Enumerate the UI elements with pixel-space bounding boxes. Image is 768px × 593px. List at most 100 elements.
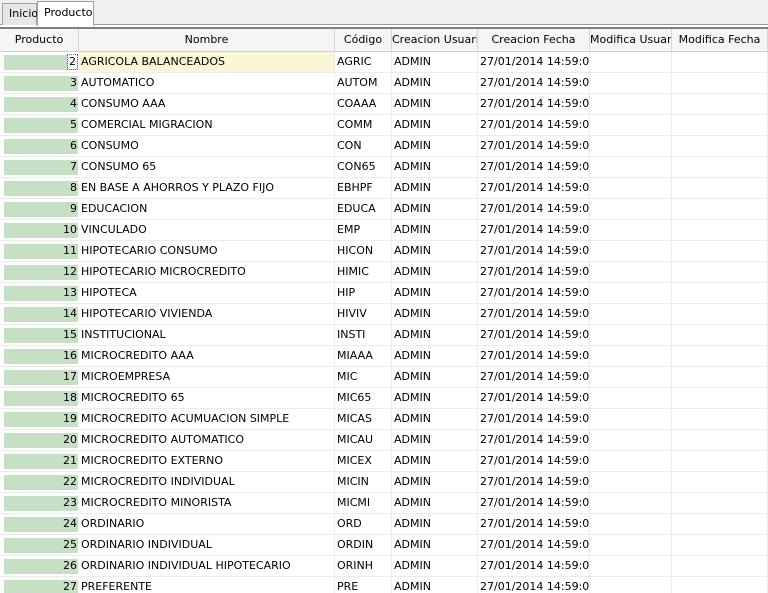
cell-creacion-usuario[interactable]: ADMIN <box>392 346 478 367</box>
cell-producto-id[interactable]: 8 <box>0 178 79 199</box>
cell-creacion-fecha[interactable]: 27/01/2014 14:59:08 <box>478 220 590 241</box>
cell-codigo[interactable]: COMM <box>335 115 392 136</box>
column-header-creacion-usuario[interactable]: Creacion Usuario <box>392 29 478 51</box>
cell-modifica-usuario[interactable] <box>590 472 672 493</box>
column-header-codigo[interactable]: Código <box>335 29 392 51</box>
cell-nombre[interactable]: CONSUMO <box>79 136 335 157</box>
cell-creacion-fecha[interactable]: 27/01/2014 14:59:08 <box>478 367 590 388</box>
cell-modifica-fecha[interactable] <box>672 577 768 593</box>
cell-nombre[interactable]: MICROCREDITO 65 <box>79 388 335 409</box>
cell-modifica-usuario[interactable] <box>590 262 672 283</box>
cell-modifica-fecha[interactable] <box>672 115 768 136</box>
cell-creacion-fecha[interactable]: 27/01/2014 14:59:08 <box>478 493 590 514</box>
table-row[interactable]: 4 CONSUMO AAA COAAA ADMIN 27/01/2014 14:59:0… <box>0 94 768 115</box>
table-row[interactable]: 7 CONSUMO 65 CON65 ADMIN 27/01/2014 14:59:08 <box>0 157 768 178</box>
cell-modifica-fecha[interactable] <box>672 514 768 535</box>
cell-creacion-fecha[interactable]: 27/01/2014 14:59:08 <box>478 115 590 136</box>
cell-producto-id[interactable]: 22 <box>0 472 79 493</box>
table-row[interactable]: 26 ORDINARIO INDIVIDUAL HIPOTECARIO ORINH A… <box>0 556 768 577</box>
cell-modifica-usuario[interactable] <box>590 346 672 367</box>
cell-nombre[interactable]: ORDINARIO INDIVIDUAL HIPOTECARIO <box>79 556 335 577</box>
cell-nombre[interactable]: COMERCIAL MIGRACION <box>79 115 335 136</box>
cell-producto-id[interactable]: 15 <box>0 325 79 346</box>
cell-producto-id[interactable]: 17 <box>0 367 79 388</box>
table-row[interactable]: 3 AUTOMATICO AUTOM ADMIN 27/01/2014 14:59:08 <box>0 73 768 94</box>
cell-codigo[interactable]: ORD <box>335 514 392 535</box>
cell-modifica-usuario[interactable] <box>590 451 672 472</box>
cell-creacion-fecha[interactable]: 27/01/2014 14:59:08 <box>478 451 590 472</box>
cell-creacion-usuario[interactable]: ADMIN <box>392 451 478 472</box>
cell-codigo[interactable]: INSTI <box>335 325 392 346</box>
cell-creacion-usuario[interactable]: ADMIN <box>392 283 478 304</box>
column-header-creacion-fecha[interactable]: Creacion Fecha <box>478 29 590 51</box>
cell-codigo[interactable]: MICIN <box>335 472 392 493</box>
cell-creacion-fecha[interactable]: 27/01/2014 14:59:08 <box>478 283 590 304</box>
cell-modifica-usuario[interactable] <box>590 493 672 514</box>
cell-creacion-fecha[interactable]: 27/01/2014 14:59:08 <box>478 262 590 283</box>
cell-modifica-fecha[interactable] <box>672 388 768 409</box>
cell-modifica-usuario[interactable] <box>590 115 672 136</box>
cell-modifica-usuario[interactable] <box>590 409 672 430</box>
cell-creacion-usuario[interactable]: ADMIN <box>392 52 478 73</box>
cell-nombre[interactable]: ORDINARIO <box>79 514 335 535</box>
cell-creacion-usuario[interactable]: ADMIN <box>392 430 478 451</box>
cell-modifica-usuario[interactable] <box>590 283 672 304</box>
cell-producto-id[interactable]: 24 <box>0 514 79 535</box>
table-row[interactable]: 11 HIPOTECARIO CONSUMO HICON ADMIN 27/01/201… <box>0 241 768 262</box>
cell-creacion-usuario[interactable]: ADMIN <box>392 136 478 157</box>
cell-codigo[interactable]: EBHPF <box>335 178 392 199</box>
table-row[interactable]: 2 AGRICOLA BALANCEADOS AGRIC ADMIN 27/01/201… <box>0 52 768 73</box>
cell-nombre[interactable]: MICROCREDITO AUTOMATICO <box>79 430 335 451</box>
cell-codigo[interactable]: MIC65 <box>335 388 392 409</box>
cell-modifica-usuario[interactable] <box>590 388 672 409</box>
cell-modifica-usuario[interactable] <box>590 178 672 199</box>
cell-producto-id[interactable]: 7 <box>0 157 79 178</box>
cell-modifica-fecha[interactable] <box>672 556 768 577</box>
cell-modifica-fecha[interactable] <box>672 493 768 514</box>
cell-creacion-usuario[interactable]: ADMIN <box>392 73 478 94</box>
cell-producto-id[interactable]: 4 <box>0 94 79 115</box>
cell-modifica-usuario[interactable] <box>590 556 672 577</box>
cell-creacion-usuario[interactable]: ADMIN <box>392 556 478 577</box>
cell-codigo[interactable]: ORINH <box>335 556 392 577</box>
cell-codigo[interactable]: HIMIC <box>335 262 392 283</box>
cell-creacion-fecha[interactable]: 27/01/2014 14:59:08 <box>478 73 590 94</box>
cell-nombre[interactable]: HIPOTECARIO CONSUMO <box>79 241 335 262</box>
cell-modifica-fecha[interactable] <box>672 367 768 388</box>
cell-modifica-fecha[interactable] <box>672 94 768 115</box>
cell-modifica-usuario[interactable] <box>590 157 672 178</box>
cell-producto-id[interactable]: 25 <box>0 535 79 556</box>
cell-nombre[interactable]: VINCULADO <box>79 220 335 241</box>
cell-creacion-fecha[interactable]: 27/01/2014 14:59:08 <box>478 94 590 115</box>
cell-nombre[interactable]: INSTITUCIONAL <box>79 325 335 346</box>
cell-nombre[interactable]: ORDINARIO INDIVIDUAL <box>79 535 335 556</box>
table-row[interactable]: 19 MICROCREDITO ACUMUACION SIMPLE MICAS ADM… <box>0 409 768 430</box>
cell-creacion-usuario[interactable]: ADMIN <box>392 220 478 241</box>
cell-producto-id[interactable]: 21 <box>0 451 79 472</box>
cell-nombre[interactable]: CONSUMO AAA <box>79 94 335 115</box>
table-row[interactable]: 18 MICROCREDITO 65 MIC65 ADMIN 27/01/2014 14… <box>0 388 768 409</box>
cell-modifica-fecha[interactable] <box>672 472 768 493</box>
column-header-producto[interactable]: Producto <box>0 29 79 51</box>
table-row[interactable]: 16 MICROCREDITO AAA MIAAA ADMIN 27/01/2014 1… <box>0 346 768 367</box>
column-header-modifica-usuario[interactable]: Modifica Usuario <box>590 29 672 51</box>
cell-modifica-usuario[interactable] <box>590 325 672 346</box>
table-row[interactable]: 5 COMERCIAL MIGRACION COMM ADMIN 27/01/2014 … <box>0 115 768 136</box>
cell-modifica-fecha[interactable] <box>672 535 768 556</box>
cell-modifica-usuario[interactable] <box>590 367 672 388</box>
cell-creacion-fecha[interactable]: 27/01/2014 14:59:08 <box>478 472 590 493</box>
tab-producto[interactable]: Producto <box>37 1 94 26</box>
cell-codigo[interactable]: HIVIV <box>335 304 392 325</box>
table-row[interactable]: 6 CONSUMO CON ADMIN 27/01/2014 14:59:08 <box>0 136 768 157</box>
cell-nombre[interactable]: MICROCREDITO INDIVIDUAL <box>79 472 335 493</box>
cell-modifica-fecha[interactable] <box>672 178 768 199</box>
cell-modifica-usuario[interactable] <box>590 535 672 556</box>
cell-creacion-usuario[interactable]: ADMIN <box>392 262 478 283</box>
cell-codigo[interactable]: MICAU <box>335 430 392 451</box>
cell-modifica-fecha[interactable] <box>672 241 768 262</box>
table-row[interactable]: 10 VINCULADO EMP ADMIN 27/01/2014 14:59:08 <box>0 220 768 241</box>
cell-nombre[interactable]: HIPOTECARIO MICROCREDITO <box>79 262 335 283</box>
cell-modifica-usuario[interactable] <box>590 52 672 73</box>
column-header-nombre[interactable]: Nombre <box>79 29 335 51</box>
cell-modifica-fecha[interactable] <box>672 262 768 283</box>
